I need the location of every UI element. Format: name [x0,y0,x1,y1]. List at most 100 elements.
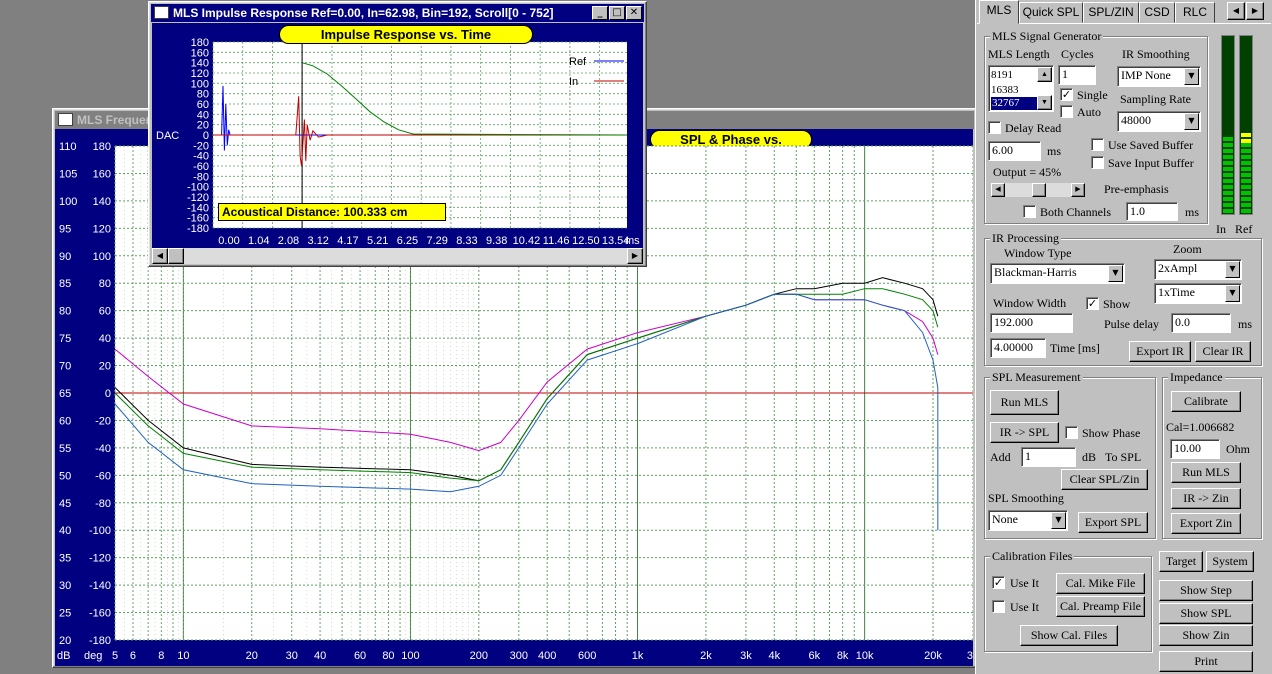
show-cal-files-button[interactable]: Show Cal. Files [1020,625,1118,646]
freq-y-left-unit: dB [57,650,70,662]
window-width-input[interactable]: 192.000 [990,313,1073,333]
zoom-ampl-select[interactable]: 2xAmpl ▼ [1154,259,1242,280]
both-channels-checkbox[interactable] [1023,205,1036,218]
ir-x-tick: 10.42 [513,235,541,247]
mls-length-item-selected[interactable]: 32767 [991,97,1037,110]
input-level-fill [1223,135,1233,213]
time-input[interactable]: 4.00000 [990,338,1046,358]
freq-x-tick: 2k [700,650,712,662]
mls-length-list[interactable]: 8191 16383 32767 ▲ ▼ [988,65,1054,112]
cal-mike-file-button[interactable]: Cal. Mike File [1056,573,1145,594]
freq-y-left-tick: 105 [59,168,77,180]
clear-spl-zin-button[interactable]: Clear SPL/Zin [1061,469,1148,490]
scroll-thumb[interactable] [168,248,184,264]
window-type-select[interactable]: Blackman-Harris ▼ [990,263,1125,284]
pre-emphasis-label: Pre-emphasis [1104,182,1169,196]
delay-input[interactable]: 6.00 [988,141,1041,161]
calibrate-button[interactable]: Calibrate [1171,391,1241,412]
slider-right-button[interactable]: ▶ [1071,183,1085,197]
pre-emphasis-input[interactable]: 1.0 [1126,202,1178,221]
target-button[interactable]: Target [1159,551,1203,572]
ir-to-spl-button[interactable]: IR -> SPL [990,422,1059,443]
export-spl-button[interactable]: Export SPL [1078,512,1148,533]
slider-left-button[interactable]: ◀ [991,183,1005,197]
freq-x-tick: 30 [286,650,298,662]
export-ir-button[interactable]: Export IR [1129,341,1191,362]
clear-ir-button[interactable]: Clear IR [1195,341,1251,362]
zoom-time-select[interactable]: 1xTime ▼ [1154,283,1242,304]
cal-preamp-file-button[interactable]: Cal. Preamp File [1056,596,1145,617]
impedance-run-mls-button[interactable]: Run MLS [1171,462,1241,483]
close-button[interactable]: ✕ [626,6,642,20]
ir-window-titlebar[interactable]: MLS Impulse Response Ref=0.00, In=62.98,… [151,4,644,22]
tab-rlc[interactable]: RLC [1175,2,1215,23]
chevron-down-icon[interactable]: ▼ [1108,265,1123,282]
spl-smoothing-select[interactable]: None ▼ [988,510,1068,531]
scroll-left-button[interactable]: ◀ [152,248,168,264]
delay-unit: ms [1047,144,1062,158]
use-saved-buffer-checkbox[interactable] [1091,138,1104,151]
freq-y-right-unit: deg [84,650,102,662]
use-mike-cal-checkbox[interactable]: ✓ [992,576,1005,589]
maximize-button[interactable]: □ [609,6,625,20]
chevron-down-icon[interactable]: ▼ [1184,68,1199,85]
chevron-down-icon[interactable]: ▼ [1225,285,1240,302]
cycles-input[interactable]: 1 [1058,65,1096,85]
auto-checkbox[interactable] [1060,105,1073,118]
freq-x-tick: 3k [740,650,752,662]
single-checkbox[interactable]: ✓ [1060,88,1073,101]
freq-x-tick: 40 [314,650,326,662]
mls-length-item[interactable]: 16383 [991,83,1019,97]
tab-spl-zin[interactable]: SPL/ZIN [1083,2,1139,23]
show-phase-checkbox[interactable] [1065,426,1078,439]
tab-scroll-right-button[interactable]: ▶ [1246,2,1264,20]
window-system-icon[interactable] [154,6,169,19]
chevron-down-icon[interactable]: ▼ [1184,113,1199,130]
save-input-buffer-checkbox[interactable] [1091,156,1104,169]
output-slider[interactable]: ◀ ▶ [991,183,1085,197]
show-zin-button[interactable]: Show Zin [1159,625,1253,646]
control-panel: MLS Quick SPL SPL/ZIN CSD RLC ◀ ▶ MLS Si… [975,0,1272,674]
ir-x-unit: ms [625,235,640,247]
scroll-right-button[interactable]: ▶ [627,248,643,264]
mls-length-down[interactable]: ▼ [1037,95,1052,110]
tab-quick-spl[interactable]: Quick SPL [1019,2,1083,23]
ir-horizontal-scrollbar[interactable]: ◀ ▶ [152,248,643,264]
minimize-button[interactable]: _ [592,6,608,20]
ir-to-zin-button[interactable]: IR -> Zin [1171,488,1241,509]
system-button[interactable]: System [1206,551,1254,572]
show-step-button[interactable]: Show Step [1159,580,1253,601]
freq-y-left-tick: 20 [59,635,71,647]
freq-y-left-tick: 25 [59,608,71,620]
freq-x-tick: 100 [401,650,419,662]
print-button[interactable]: Print [1159,651,1253,672]
ohm-unit: Ohm [1226,442,1250,456]
ir-smoothing-select[interactable]: IMP None ▼ [1117,66,1201,87]
add-label: Add [990,450,1011,464]
chevron-down-icon[interactable]: ▼ [1225,261,1240,278]
use-preamp-cal-checkbox[interactable] [992,600,1005,613]
show-spl-button[interactable]: Show SPL [1159,603,1253,624]
export-zin-button[interactable]: Export Zin [1171,513,1241,534]
sampling-rate-select[interactable]: 48000 ▼ [1117,111,1201,132]
mls-generator-title: MLS Signal Generator [990,29,1104,43]
show-window-checkbox[interactable]: ✓ [1086,297,1099,310]
freq-y-left-tick: 70 [59,361,71,373]
ir-smoothing-label: IR Smoothing [1122,47,1190,61]
tab-scroll-left-button[interactable]: ◀ [1227,2,1245,20]
window-system-icon[interactable] [58,113,73,126]
delay-read-checkbox[interactable] [988,121,1001,134]
ohm-input[interactable]: 10.00 [1170,439,1220,459]
mls-length-up[interactable]: ▲ [1037,67,1052,82]
chevron-down-icon[interactable]: ▼ [1051,512,1066,529]
pulse-delay-input[interactable]: 0.0 [1171,313,1231,333]
run-mls-button[interactable]: Run MLS [990,390,1059,415]
add-db-input[interactable]: 1 [1021,447,1076,467]
slider-thumb[interactable] [1032,183,1046,197]
tab-csd[interactable]: CSD [1139,2,1175,23]
impedance-title: Impedance [1168,370,1225,384]
freq-x-tick: 10 [177,650,189,662]
tab-mls[interactable]: MLS [979,0,1019,24]
mls-length-item[interactable]: 8191 [991,68,1013,82]
freq-y-left-tick: 75 [59,333,71,345]
